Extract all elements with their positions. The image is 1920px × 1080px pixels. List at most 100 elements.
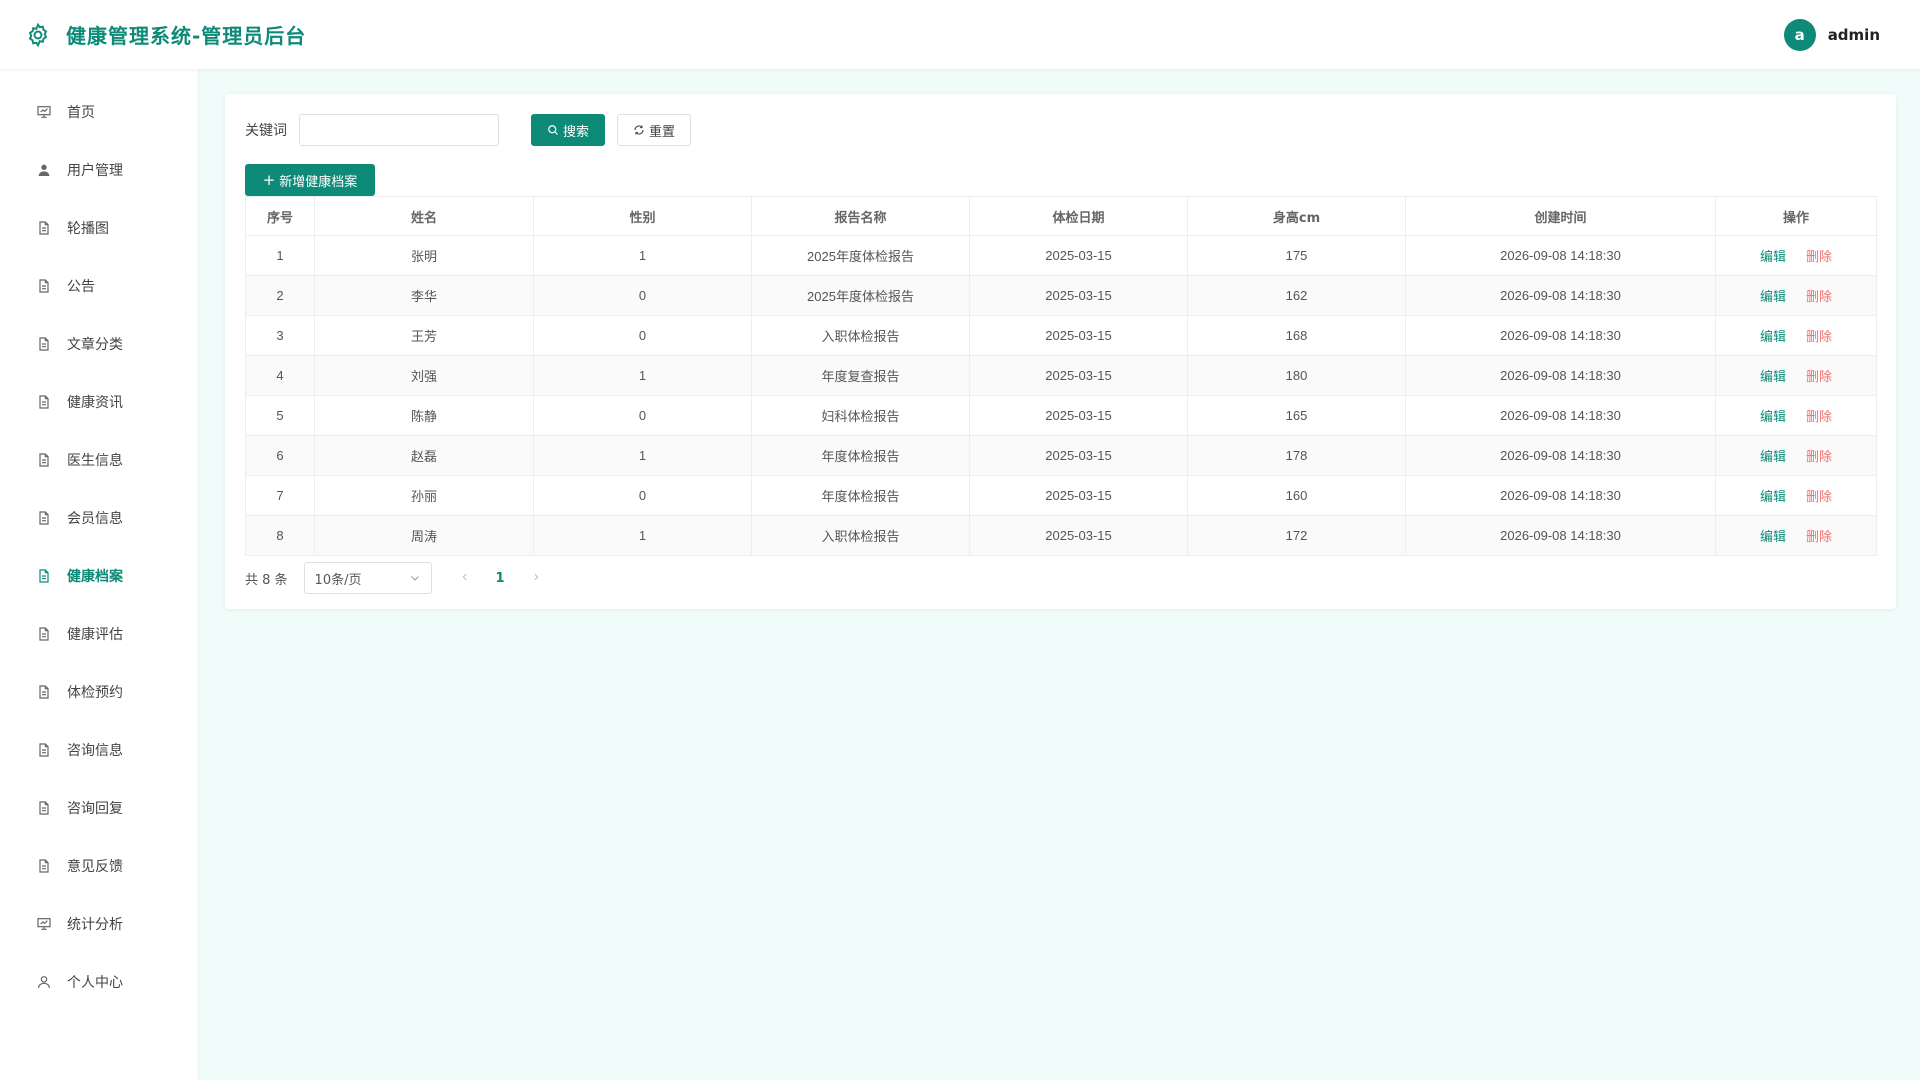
delete-button[interactable]: 删除 xyxy=(1806,450,1832,465)
sidebar-item-11[interactable]: 咨询信息 xyxy=(0,721,198,779)
username[interactable]: admin xyxy=(1828,26,1880,44)
edit-button[interactable]: 编辑 xyxy=(1760,530,1786,545)
page-size-select[interactable]: 10条/页 xyxy=(303,562,432,594)
column-header: 身高cm xyxy=(1187,196,1406,236)
table-cell: 168 xyxy=(1187,315,1406,356)
delete-button[interactable]: 删除 xyxy=(1806,490,1832,505)
user-menu[interactable]: a admin xyxy=(1783,18,1880,51)
sidebar-item-6[interactable]: 医生信息 xyxy=(0,431,198,489)
table-cell: 妇科体检报告 xyxy=(751,395,970,436)
table-cell: 2025年度体检报告 xyxy=(751,275,970,316)
sidebar-item-label: 体检预约 xyxy=(67,685,123,701)
table-cell: 王芳 xyxy=(314,315,534,356)
table-row: 3 王芳 0 入职体检报告 2025-03-15 168 2026-09-08 14:18:… xyxy=(245,315,1877,356)
table-cell: 入职体检报告 xyxy=(751,315,970,356)
sidebar-item-label: 健康资讯 xyxy=(67,395,123,411)
main-card: 关键词 搜索 重置 + 新增健康档案 序号 姓名 性别 报告名称 体检日期 身高cm 创建时… xyxy=(225,94,1896,609)
sidebar-item-14[interactable]: 统计分析 xyxy=(0,895,198,953)
sidebar-item-label: 文章分类 xyxy=(67,337,123,353)
sidebar-item-9[interactable]: 健康评估 xyxy=(0,605,198,663)
table-cell: 赵磊 xyxy=(314,435,534,476)
page-number-current[interactable]: 1 xyxy=(496,571,505,586)
edit-button[interactable]: 编辑 xyxy=(1760,330,1786,345)
table-row: 8 周涛 1 入职体检报告 2025-03-15 172 2026-09-08 14:18:… xyxy=(245,515,1877,556)
sidebar-item-7[interactable]: 会员信息 xyxy=(0,489,198,547)
avatar[interactable]: a xyxy=(1783,18,1816,51)
row-actions: 编辑 删除 xyxy=(1715,435,1877,476)
sidebar-item-5[interactable]: 健康资讯 xyxy=(0,373,198,431)
gear-icon xyxy=(24,21,52,49)
sidebar-item-label: 意见反馈 xyxy=(67,859,123,875)
document-icon xyxy=(35,219,53,237)
table-cell: 6 xyxy=(245,435,315,476)
document-icon xyxy=(35,393,53,411)
pagination: 共 8 条 10条/页 1 xyxy=(245,562,1876,594)
table-cell: 160 xyxy=(1187,475,1406,516)
table-cell: 2026-09-08 14:18:30 xyxy=(1405,395,1716,436)
delete-button[interactable]: 删除 xyxy=(1806,330,1832,345)
table-cell: 年度体检报告 xyxy=(751,435,970,476)
table-cell: 2026-09-08 14:18:30 xyxy=(1405,355,1716,396)
sidebar-item-8[interactable]: 健康档案 xyxy=(0,547,198,605)
row-actions: 编辑 删除 xyxy=(1715,475,1877,516)
table-cell: 2026-09-08 14:18:30 xyxy=(1405,515,1716,556)
edit-button[interactable]: 编辑 xyxy=(1760,450,1786,465)
table-row: 5 陈静 0 妇科体检报告 2025-03-15 165 2026-09-08 14:18:… xyxy=(245,395,1877,436)
delete-button[interactable]: 删除 xyxy=(1806,370,1832,385)
add-health-record-button[interactable]: + 新增健康档案 xyxy=(245,164,375,196)
delete-button[interactable]: 删除 xyxy=(1806,250,1832,265)
reset-button[interactable]: 重置 xyxy=(617,114,691,146)
table-row: 2 李华 0 2025年度体检报告 2025-03-15 162 2026-09-08 14… xyxy=(245,275,1877,316)
sidebar-item-12[interactable]: 咨询回复 xyxy=(0,779,198,837)
add-button-label: 新增健康档案 xyxy=(279,174,358,190)
sidebar-item-13[interactable]: 意见反馈 xyxy=(0,837,198,895)
sidebar-item-10[interactable]: 体检预约 xyxy=(0,663,198,721)
sidebar-item-1[interactable]: 用户管理 xyxy=(0,141,198,199)
prev-page-button[interactable] xyxy=(460,570,470,586)
table-cell: 2025年度体检报告 xyxy=(751,235,970,276)
table-cell: 年度复查报告 xyxy=(751,355,970,396)
next-page-button[interactable] xyxy=(531,570,541,586)
table-cell: 162 xyxy=(1187,275,1406,316)
sidebar-item-label: 会员信息 xyxy=(67,511,123,527)
row-actions: 编辑 删除 xyxy=(1715,395,1877,436)
edit-button[interactable]: 编辑 xyxy=(1760,410,1786,425)
edit-button[interactable]: 编辑 xyxy=(1760,250,1786,265)
sidebar-item-15[interactable]: 个人中心 xyxy=(0,953,198,1011)
search-label: 关键词 xyxy=(245,123,287,139)
sidebar-item-2[interactable]: 轮播图 xyxy=(0,199,198,257)
delete-button[interactable]: 删除 xyxy=(1806,410,1832,425)
table-cell: 2026-09-08 14:18:30 xyxy=(1405,275,1716,316)
sidebar-item-3[interactable]: 公告 xyxy=(0,257,198,315)
presentation-icon xyxy=(35,103,53,121)
edit-button[interactable]: 编辑 xyxy=(1760,490,1786,505)
user-icon xyxy=(35,161,53,179)
delete-button[interactable]: 删除 xyxy=(1806,290,1832,305)
row-actions: 编辑 删除 xyxy=(1715,315,1877,356)
table-cell: 2025-03-15 xyxy=(969,395,1188,436)
chevron-left-icon xyxy=(462,573,467,581)
table-cell: 2025-03-15 xyxy=(969,435,1188,476)
table-cell: 172 xyxy=(1187,515,1406,556)
search-bar: 关键词 搜索 重置 xyxy=(245,114,1876,146)
table-cell: 周涛 xyxy=(314,515,534,556)
search-input[interactable] xyxy=(299,114,499,146)
column-header: 序号 xyxy=(245,196,315,236)
refresh-icon xyxy=(634,125,644,135)
edit-button[interactable]: 编辑 xyxy=(1760,370,1786,385)
sidebar-item-label: 健康评估 xyxy=(67,627,123,643)
table-cell: 2025-03-15 xyxy=(969,315,1188,356)
search-button[interactable]: 搜索 xyxy=(531,114,605,146)
document-icon xyxy=(35,799,53,817)
document-icon xyxy=(35,567,53,585)
table-cell: 178 xyxy=(1187,435,1406,476)
edit-button[interactable]: 编辑 xyxy=(1760,290,1786,305)
table-cell: 0 xyxy=(533,275,752,316)
sidebar-item-0[interactable]: 首页 xyxy=(0,83,198,141)
table-cell: 1 xyxy=(533,355,752,396)
sidebar-item-4[interactable]: 文章分类 xyxy=(0,315,198,373)
document-icon xyxy=(35,335,53,353)
chevron-right-icon xyxy=(533,573,538,581)
delete-button[interactable]: 删除 xyxy=(1806,530,1832,545)
document-icon xyxy=(35,857,53,875)
